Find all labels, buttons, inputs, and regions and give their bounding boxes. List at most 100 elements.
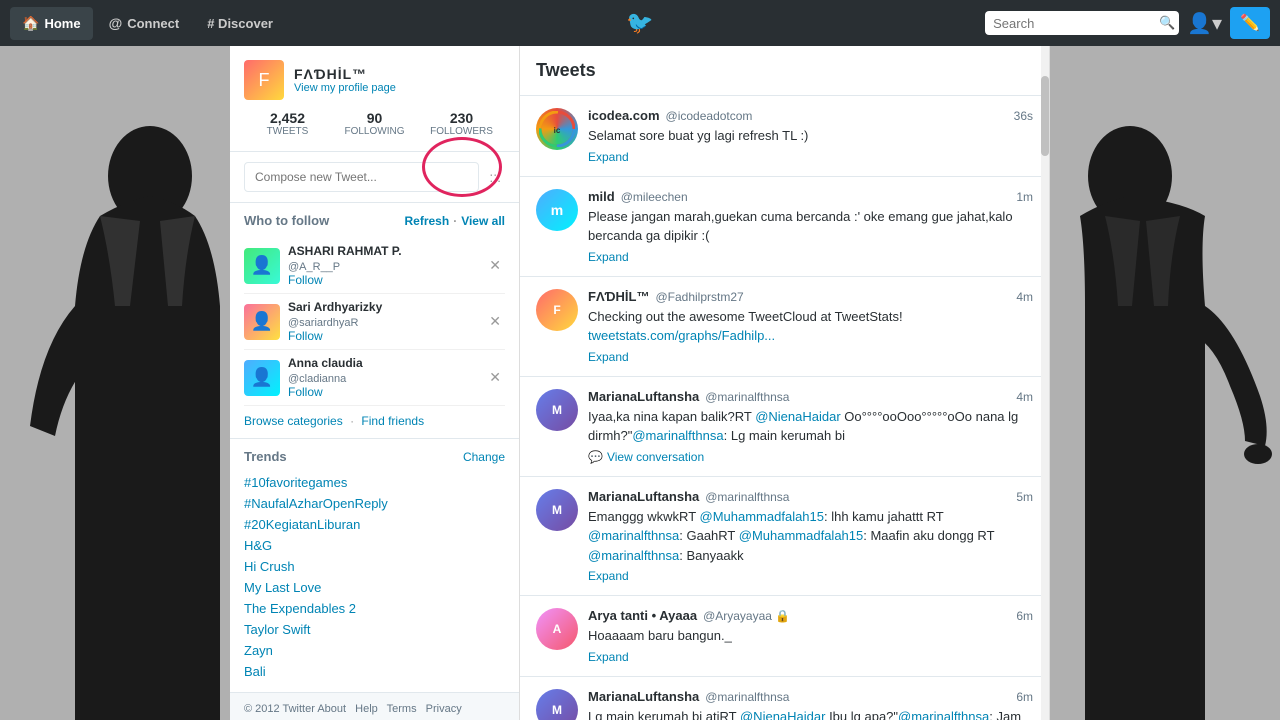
who-to-follow-actions: Refresh · View all: [405, 214, 506, 228]
trend-item[interactable]: Zayn: [244, 640, 505, 661]
follow-item: 👤 ASHARI RAHMAT P. @A_R__P Follow ✕: [244, 238, 505, 294]
top-navigation: 🏠 Home @ Connect # Discover 🐦 🔍 👤▾ ✏️: [0, 0, 1280, 46]
tweet-avatar-icodea: ic: [536, 108, 578, 150]
trends-change-link[interactable]: Change: [463, 450, 505, 464]
svg-text:ic: ic: [554, 126, 561, 135]
tweets-panel: Tweets ic icodea.com @icodeadotcom: [520, 46, 1050, 720]
trends-header: Trends Change: [244, 449, 505, 464]
scrollbar-thumb[interactable]: [1041, 76, 1049, 156]
left-footer: © 2012 Twitter About Help Terms Privacy: [230, 693, 519, 720]
follow-close-3[interactable]: ✕: [485, 367, 505, 388]
nav-connect[interactable]: @ Connect: [97, 7, 192, 39]
profile-name: FΛƊНİL™: [294, 66, 396, 82]
follow-item: 👤 Anna claudia @cladianna Follow ✕: [244, 350, 505, 406]
trend-item[interactable]: Taylor Swift: [244, 619, 505, 640]
tweet-avatar-arya: A: [536, 608, 578, 650]
expand-link[interactable]: Expand: [588, 350, 1033, 364]
tweet-avatar-mariana3: M: [536, 689, 578, 720]
left-panel: F FΛƊНİL™ View my profile page 2,452 TWE…: [230, 46, 520, 720]
tweet-avatar-mild: m: [536, 189, 578, 231]
profile-header: F FΛƊНİL™ View my profile page: [244, 60, 505, 100]
nav-discover[interactable]: # Discover: [195, 8, 285, 39]
compose-input[interactable]: [244, 162, 479, 192]
follow-close-2[interactable]: ✕: [485, 311, 505, 332]
connect-icon: @: [109, 15, 123, 31]
refresh-link[interactable]: Refresh: [405, 214, 450, 228]
tweet-avatar-mariana2: M: [536, 489, 578, 531]
tweet-item[interactable]: F FΛƊНİL™ @Fadhilprstm27 4m Checking out…: [520, 277, 1049, 377]
terms-link[interactable]: Terms: [387, 703, 417, 715]
trend-item[interactable]: My Last Love: [244, 577, 505, 598]
nav-left: 🏠 Home @ Connect # Discover: [10, 7, 285, 40]
content-area: F FΛƊНİL™ View my profile page 2,452 TWE…: [230, 46, 1050, 720]
trend-item[interactable]: #20KegiatanLiburan: [244, 514, 505, 535]
nav-home[interactable]: 🏠 Home: [10, 7, 93, 40]
expand-link[interactable]: Expand: [588, 250, 1033, 264]
tweets-stat[interactable]: 2,452 TWEETS: [244, 110, 331, 137]
following-stat[interactable]: 90 FOLLOWING: [331, 110, 418, 137]
trend-item[interactable]: #10favoritegames: [244, 472, 505, 493]
trend-item[interactable]: Hi Crush: [244, 556, 505, 577]
follow-handle-1: @A_R__P: [288, 261, 340, 273]
trends-section: Trends Change #10favoritegames #NaufalAz…: [230, 439, 519, 693]
follow-handle-3: @cladianna: [288, 373, 346, 385]
right-silhouette-svg: [1050, 46, 1280, 720]
follow-avatar-3: 👤: [244, 360, 280, 396]
profile-link[interactable]: View my profile page: [294, 82, 396, 94]
browse-links: Browse categories · Find friends: [244, 414, 505, 428]
follow-name-3: Anna claudia: [288, 356, 477, 370]
tweet-item[interactable]: ic icodea.com @icodeadotcom 36s Selamat …: [520, 96, 1049, 177]
profile-stats: 2,452 TWEETS 90 FOLLOWING 230 FOLLOWERS: [244, 110, 505, 137]
expand-link[interactable]: Expand: [588, 150, 1033, 164]
follow-button-2[interactable]: Follow: [288, 329, 477, 343]
trend-item[interactable]: #NaufalAzharOpenReply: [244, 493, 505, 514]
expand-link[interactable]: Expand: [588, 569, 1033, 583]
help-link[interactable]: Help: [355, 703, 378, 715]
search-box: 🔍: [985, 11, 1179, 35]
compose-options-button[interactable]: :::: [485, 165, 505, 189]
tweet-item[interactable]: A Arya tanti • Ayaaa @Aryayayaa 🔒 6m Hoa…: [520, 596, 1049, 677]
browse-categories-link[interactable]: Browse categories: [244, 414, 343, 428]
trend-item[interactable]: The Expendables 2: [244, 598, 505, 619]
tweet-item[interactable]: M MarianaLuftansha @marinalfthnsa 6m Lg …: [520, 677, 1049, 720]
silhouette-right: [1050, 46, 1280, 720]
scrollbar-track[interactable]: [1041, 46, 1049, 720]
silhouette-left: [0, 46, 230, 720]
main-content: F FΛƊНİL™ View my profile page 2,452 TWE…: [0, 46, 1280, 720]
follow-handle-2: @sariardhyaR: [288, 317, 358, 329]
tweet-avatar-mariana: M: [536, 389, 578, 431]
compose-section: :::: [230, 152, 519, 203]
trend-item[interactable]: Bali: [244, 661, 505, 682]
view-conversation-link[interactable]: 💬 View conversation: [588, 450, 1033, 464]
privacy-link[interactable]: Privacy: [426, 703, 462, 715]
expand-link[interactable]: Expand: [588, 650, 1033, 664]
follow-close-1[interactable]: ✕: [485, 255, 505, 276]
follow-avatar-2: 👤: [244, 304, 280, 340]
tweets-header: Tweets: [520, 46, 1049, 96]
about-link[interactable]: About: [317, 703, 346, 715]
search-input[interactable]: [993, 16, 1153, 31]
followers-stat[interactable]: 230 FOLLOWERS: [418, 110, 505, 137]
who-to-follow-section: Who to follow Refresh · View all 👤 ASHAR…: [230, 203, 519, 439]
trend-item[interactable]: H&G: [244, 535, 505, 556]
who-to-follow-header: Who to follow Refresh · View all: [244, 213, 505, 228]
follow-avatar-1: 👤: [244, 248, 280, 284]
follow-item: 👤 Sari Ardhyarizky @sariardhyaR Follow ✕: [244, 294, 505, 350]
twitter-logo: 🐦: [626, 10, 653, 36]
follow-name-2: Sari Ardhyarizky: [288, 300, 477, 314]
tweet-item[interactable]: M MarianaLuftansha @marinalfthnsa 5m Ema…: [520, 477, 1049, 597]
compose-nav-button[interactable]: ✏️: [1230, 7, 1270, 39]
follow-button-3[interactable]: Follow: [288, 385, 477, 399]
tweet-item[interactable]: m mild @mileechen 1m Please jangan marah…: [520, 177, 1049, 277]
profile-section: F FΛƊНİL™ View my profile page 2,452 TWE…: [230, 46, 519, 152]
view-all-link[interactable]: View all: [461, 214, 505, 228]
nav-right: 🔍 👤▾ ✏️: [985, 7, 1270, 39]
tweet-item[interactable]: M MarianaLuftansha @marinalfthnsa 4m Iya…: [520, 377, 1049, 477]
find-friends-link[interactable]: Find friends: [361, 414, 424, 428]
follow-button-1[interactable]: Follow: [288, 273, 477, 287]
left-silhouette-svg: [0, 46, 230, 720]
search-icon: 🔍: [1159, 15, 1175, 31]
follow-name-1: ASHARI RAHMAT P.: [288, 244, 477, 258]
profile-avatar: F: [244, 60, 284, 100]
user-menu-icon[interactable]: 👤▾: [1187, 11, 1222, 36]
